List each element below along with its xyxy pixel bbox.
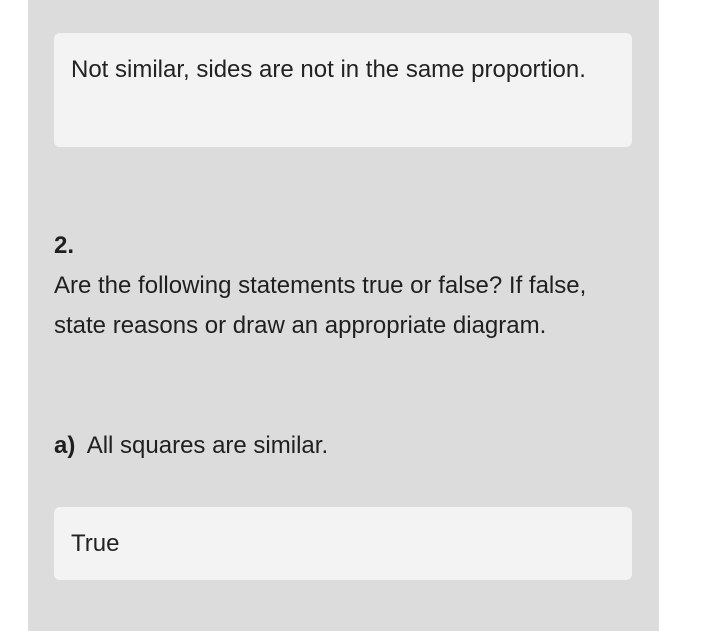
question-number: 2. bbox=[54, 232, 75, 259]
part-a-answer-box[interactable]: True bbox=[54, 507, 632, 580]
previous-answer-text: Not similar, sides are not in the same p… bbox=[71, 56, 586, 83]
worksheet-panel: Not similar, sides are not in the same p… bbox=[28, 0, 659, 631]
previous-answer-box[interactable]: Not similar, sides are not in the same p… bbox=[54, 33, 632, 147]
question-part-a: a) All squares are similar. bbox=[54, 426, 328, 466]
part-a-label: a) bbox=[54, 432, 76, 459]
question-text: Are the following statements true or fal… bbox=[54, 272, 587, 339]
part-a-text: All squares are similar. bbox=[86, 432, 329, 459]
part-a-answer-text: True bbox=[71, 530, 120, 557]
